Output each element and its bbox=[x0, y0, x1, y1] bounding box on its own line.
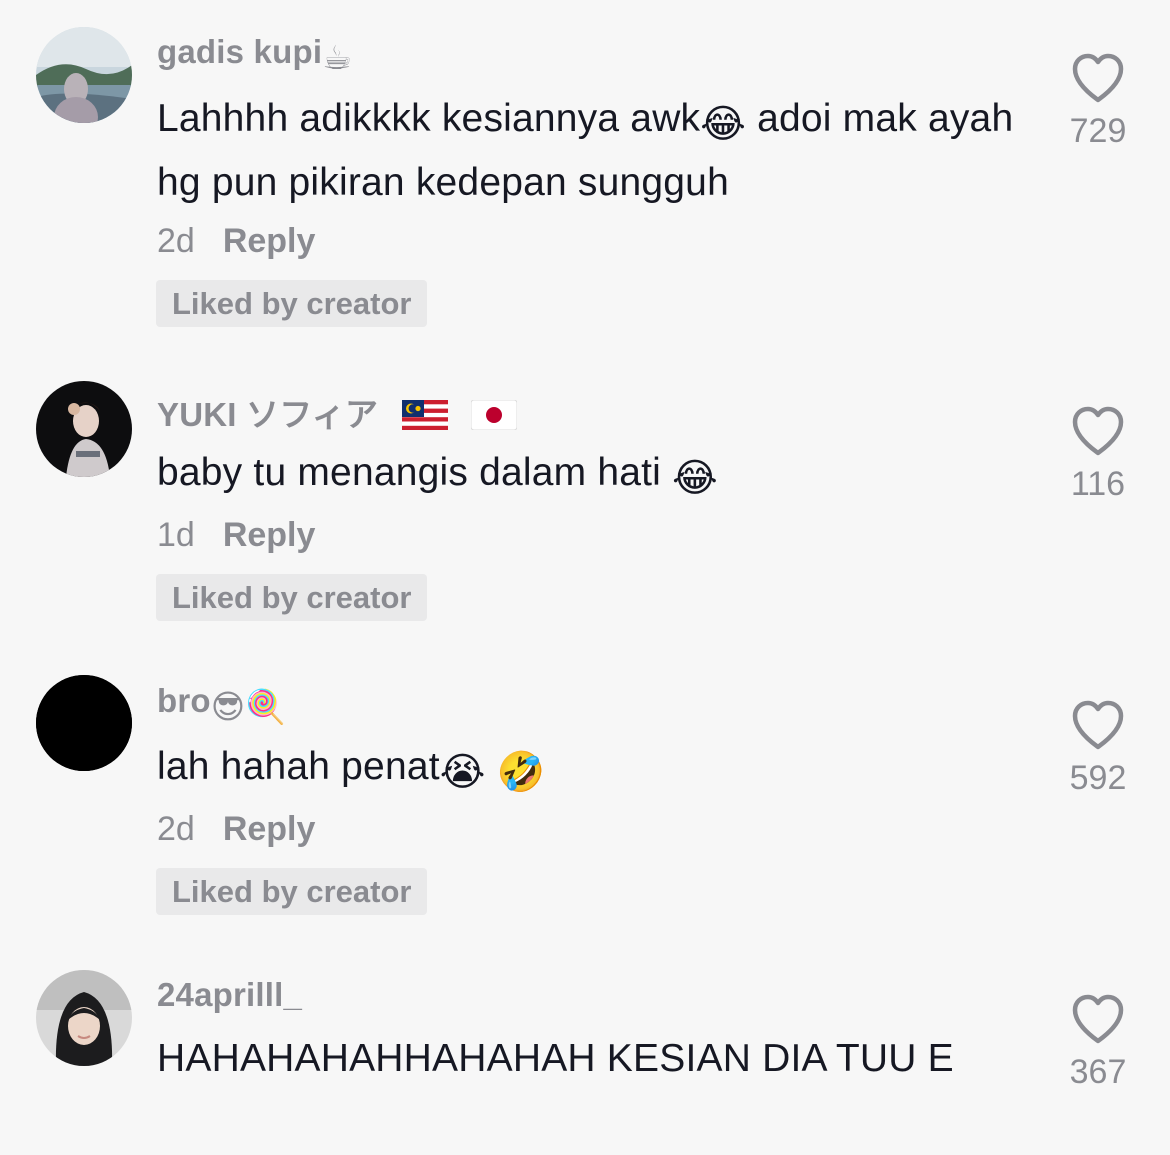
like-count: 367 bbox=[1069, 1053, 1127, 1091]
comment-item: 24aprilll_ HAHAHAHAHHAHAHAH KESIAN DIA T… bbox=[0, 0, 1170, 1155]
avatar-hijab-portrait-image bbox=[36, 970, 132, 1066]
comment-username[interactable]: 24aprilll_ bbox=[157, 976, 302, 1014]
heart-icon bbox=[1072, 994, 1124, 1044]
comment-text: HAHAHAHAHHAHAHAH KESIAN DIA TUU E bbox=[157, 1037, 954, 1080]
avatar[interactable] bbox=[36, 970, 132, 1066]
like-button[interactable]: 367 bbox=[1058, 993, 1138, 1092]
